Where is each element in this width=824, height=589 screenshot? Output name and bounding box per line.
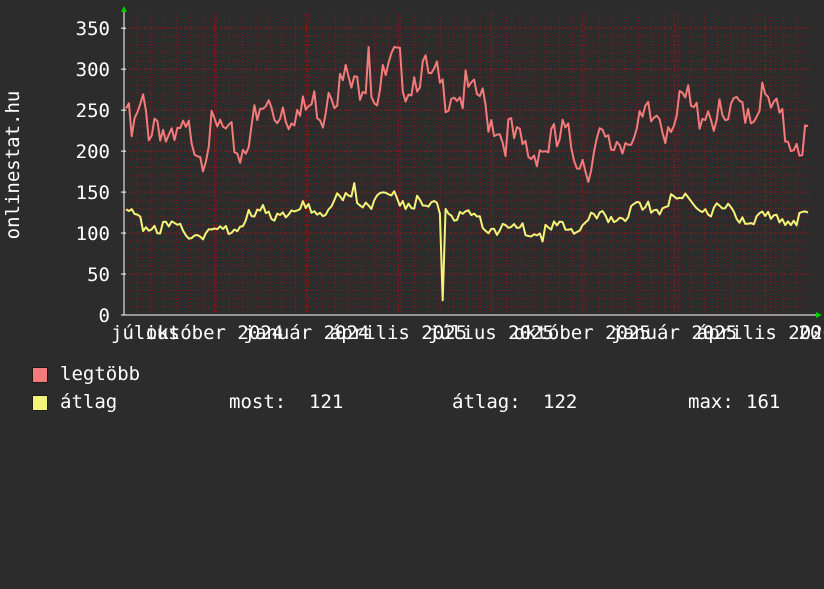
x-axis-arrow (816, 312, 822, 318)
y-tick-label: 300 (76, 59, 110, 81)
y-tick-label: 150 (76, 182, 110, 204)
y-tick-label: 250 (76, 100, 110, 122)
legend-label-legtobb: legtöbb (60, 363, 141, 385)
y-tick-label: 350 (76, 18, 110, 40)
stat-max-value: 161 (746, 391, 781, 413)
stat-atlag-label: átlag: (452, 391, 521, 413)
legend-row-atlag: átlag most: 121 átlag: 122 max: 161 (32, 391, 812, 413)
stat-most-label: most: (229, 391, 287, 413)
line-chart: 0 50 100 150 200 250 300 350 júliusoktóber 2024… (2, 6, 824, 344)
stat-atlag-value: 122 (543, 391, 578, 413)
y-tick-label: 0 (99, 305, 110, 327)
legend-swatch-legtobb (32, 367, 48, 383)
stat-max-label: max: (688, 391, 734, 413)
y-tick-labels: 0 50 100 150 200 250 300 350 (76, 18, 110, 327)
y-tick-label: 200 (76, 141, 110, 163)
y-tick-label: 100 (76, 223, 110, 245)
y-axis-label: onlinestat.hu (2, 91, 24, 240)
legend-label-atlag: átlag (60, 391, 118, 413)
stat-most-value: 121 (309, 391, 344, 413)
x-tick-labels: júliusoktóber 2024január 2024április 202… (111, 322, 824, 344)
x-tick-label: 20 (799, 322, 822, 344)
legend-swatch-atlag (32, 395, 48, 411)
y-tick-label: 50 (87, 264, 110, 286)
y-axis-arrow (121, 6, 127, 12)
legend-row-legtobb: legtöbb (32, 363, 812, 385)
